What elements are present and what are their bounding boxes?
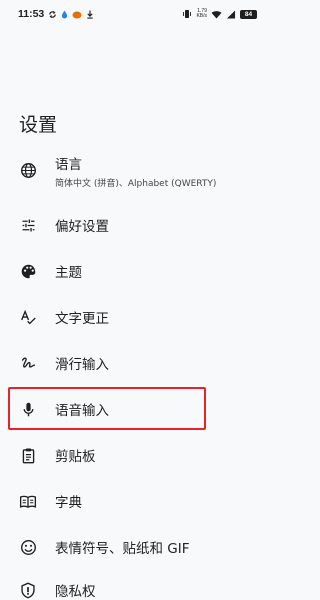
sync-icon (49, 10, 57, 18)
settings-item-label: 主题 (55, 265, 82, 281)
sliders-icon (19, 216, 37, 234)
signal-icon (226, 9, 236, 19)
settings-item-label: 剪贴板 (55, 449, 96, 465)
settings-item-label: 表情符号、贴纸和 GIF (55, 541, 190, 557)
settings-item-text-correction[interactable]: 文字更正 (0, 294, 271, 340)
highlight-box (8, 387, 206, 430)
status-time: 11:53 (18, 8, 45, 20)
settings-item-label: 滑行输入 (55, 357, 109, 373)
download-icon (87, 9, 93, 19)
settings-item-preferences[interactable]: 偏好设置 (0, 202, 271, 248)
spellcheck-icon (19, 308, 37, 326)
shield-icon (19, 581, 37, 599)
settings-item-emoji[interactable]: 表情符号、贴纸和 GIF (0, 524, 271, 570)
app-notification-icon (72, 11, 82, 18)
settings-item-label: 偏好设置 (55, 219, 109, 235)
vibrate-icon (183, 10, 192, 18)
palette-icon (19, 262, 37, 280)
settings-item-label: 语言 (55, 157, 82, 173)
settings-item-theme[interactable]: 主题 (0, 248, 271, 294)
settings-item-language[interactable]: 语言 简体中文 (拼音)、Alphabet (QWERTY) (0, 138, 271, 202)
gesture-icon (19, 354, 37, 372)
battery-indicator: 84 (240, 9, 257, 19)
page-title: 设置 (19, 114, 58, 136)
settings-item-label: 隐私权 (55, 584, 96, 600)
globe-icon (19, 161, 37, 179)
water-drop-icon (62, 10, 68, 18)
emoji-icon (19, 538, 37, 556)
settings-item-glide-typing[interactable]: 滑行输入 (0, 340, 271, 386)
network-speed: 1.79 KB/s (196, 8, 207, 19)
settings-item-label: 字典 (55, 495, 82, 511)
dictionary-icon (19, 492, 37, 510)
settings-item-dictionary[interactable]: 字典 (0, 478, 271, 524)
settings-item-privacy[interactable]: 隐私权 (0, 570, 271, 600)
settings-item-label: 文字更正 (55, 311, 109, 327)
clipboard-icon (19, 446, 37, 464)
settings-item-summary: 简体中文 (拼音)、Alphabet (QWERTY) (55, 179, 217, 189)
status-bar: 11:53 1.79 KB/s 84 (0, 0, 271, 28)
settings-item-clipboard[interactable]: 剪贴板 (0, 432, 271, 478)
wifi-icon (211, 10, 222, 19)
